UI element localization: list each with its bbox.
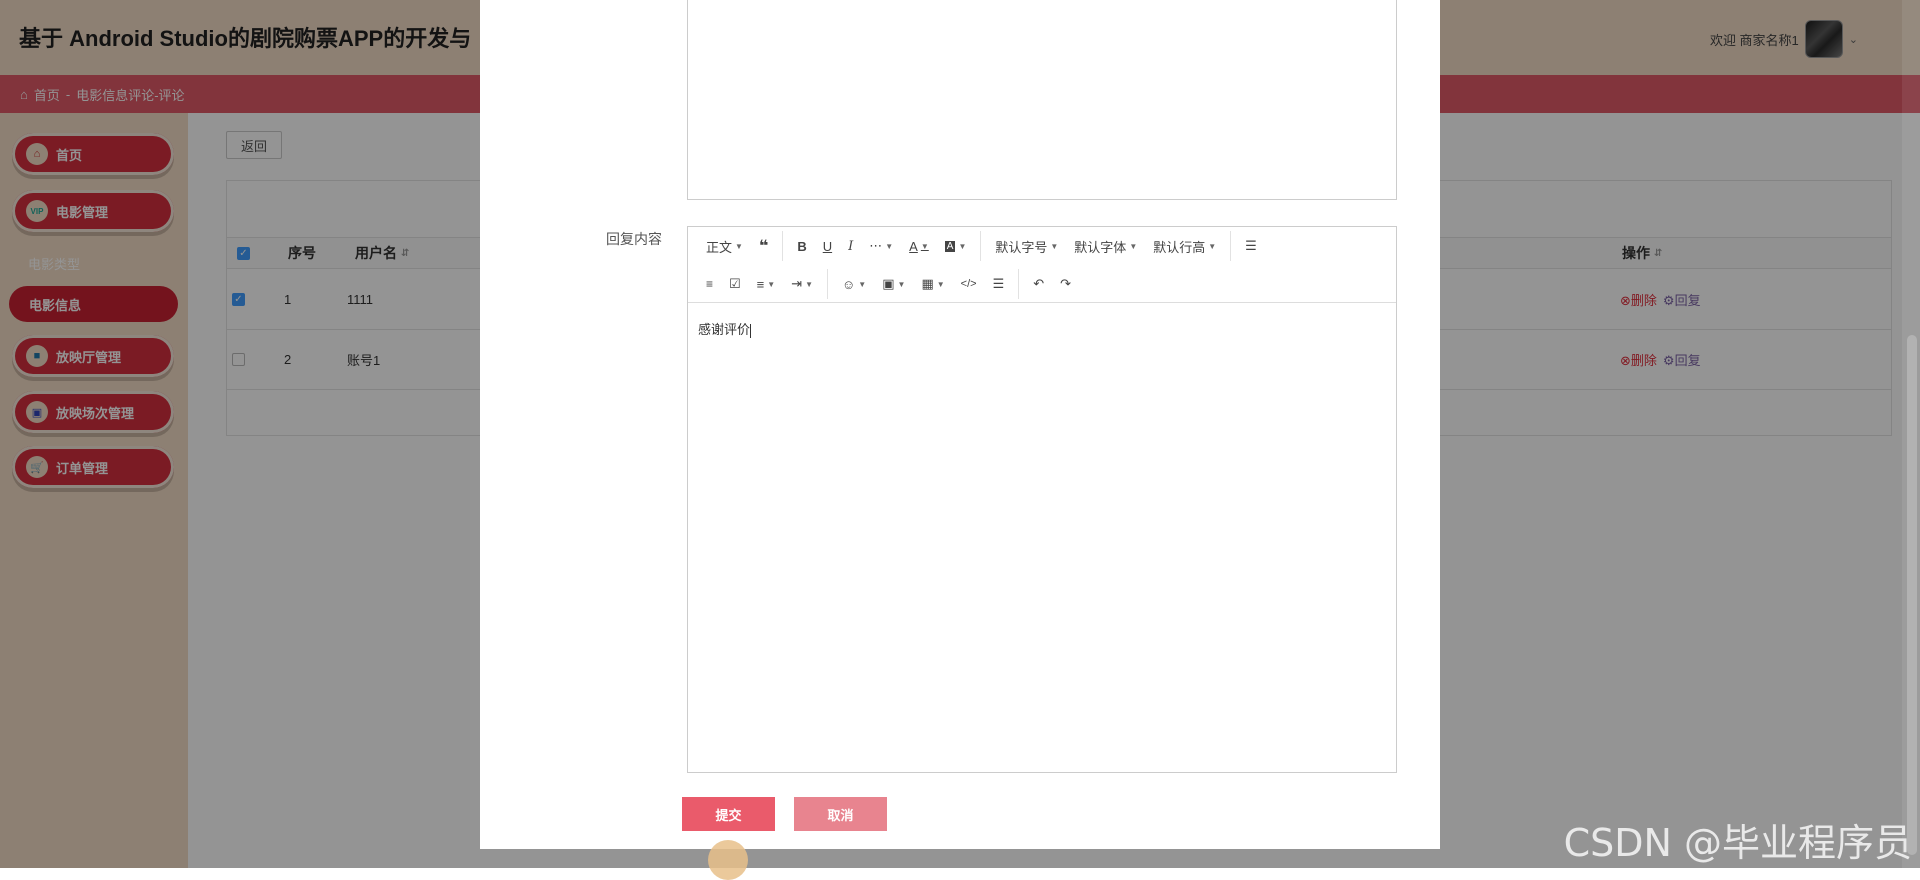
bold-icon[interactable]: B — [789, 233, 814, 259]
page-scrollbar[interactable] — [1902, 0, 1920, 868]
redo-icon[interactable]: ↷ — [1052, 271, 1079, 297]
editor-content[interactable]: 感谢评价 — [688, 303, 1396, 772]
reply-dialog: 回复内容 正文 ▼ ❝ B U I ⋯ ▼ A ▼ A ▼ 默认字号 ▼ 默认字体 ▼ 默认… — [480, 0, 1440, 849]
italic-icon[interactable]: I — [840, 233, 861, 259]
more-icon[interactable]: ⋯ ▼ — [861, 233, 901, 259]
text-cursor — [750, 323, 752, 338]
line-height-select[interactable]: 默认行高 ▼ — [1145, 233, 1224, 259]
paragraph-select[interactable]: 正文 ▼ — [698, 233, 751, 259]
editor-toolbar: 正文 ▼ ❝ B U I ⋯ ▼ A ▼ A ▼ 默认字号 ▼ 默认字体 ▼ 默认行高 ▼ ☰… — [688, 227, 1396, 303]
todo-icon[interactable]: ☑ — [721, 271, 749, 297]
emoji-icon[interactable]: ☺ ▼ — [834, 271, 874, 297]
font-size-select[interactable]: 默认字号 ▼ — [987, 233, 1066, 259]
font-color-icon[interactable]: A ▼ — [901, 233, 937, 259]
cancel-button[interactable]: 取消 — [794, 797, 887, 831]
bulleted-list-icon[interactable]: ☰ — [1237, 233, 1265, 259]
table-icon[interactable]: ▦ ▼ — [913, 271, 952, 297]
indent-icon[interactable]: ⇥ ▼ — [783, 271, 821, 297]
watermark: CSDN @毕业程序员 — [1563, 821, 1912, 865]
reply-text: 感谢评价 — [698, 322, 751, 337]
submit-button[interactable]: 提交 — [682, 797, 775, 831]
divider-icon[interactable]: ☰ — [985, 271, 1013, 297]
undo-icon[interactable]: ↶ — [1025, 271, 1052, 297]
comment-content-box — [687, 0, 1397, 200]
rich-text-editor: 正文 ▼ ❝ B U I ⋯ ▼ A ▼ A ▼ 默认字号 ▼ 默认字体 ▼ 默认行高 ▼ ☰… — [687, 226, 1397, 773]
floating-orb — [708, 840, 748, 880]
underline-icon[interactable]: U — [815, 233, 840, 259]
font-family-select[interactable]: 默认字体 ▼ — [1066, 233, 1145, 259]
quote-icon[interactable]: ❝ — [751, 233, 776, 259]
image-icon[interactable]: ▣ ▼ — [874, 271, 913, 297]
scrollbar-thumb[interactable] — [1907, 335, 1917, 855]
code-icon[interactable]: </> — [953, 271, 985, 297]
numbered-list-icon[interactable]: ≡ — [698, 271, 721, 297]
background-color-icon[interactable]: A ▼ — [937, 233, 975, 259]
align-icon[interactable]: ≡ ▼ — [749, 271, 784, 297]
reply-content-label: 回复内容 — [606, 231, 662, 247]
